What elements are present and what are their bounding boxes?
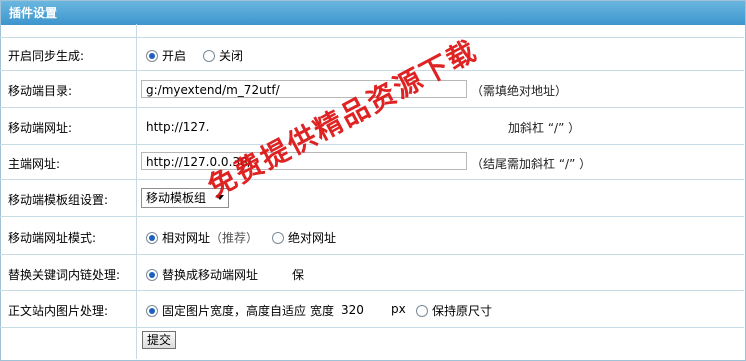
row-url-mode: 移动端网址模式: 相对网址（推荐） 绝对网址: [0, 216, 744, 254]
row-keyword: 替换关键词内链处理: 替换成移动端网址 保: [0, 254, 744, 290]
submit-button[interactable]: 提交: [142, 331, 177, 349]
radio-unchecked-icon[interactable]: [416, 305, 428, 317]
relative-note: （推荐）: [210, 231, 259, 245]
radio-checked-icon[interactable]: [146, 232, 158, 244]
width-input[interactable]: 320: [336, 300, 388, 318]
mobile-url-label: 移动端网址:: [8, 121, 73, 135]
url-mode-relative-option[interactable]: 相对网址（推荐）: [146, 229, 258, 246]
width-label: 宽度: [310, 304, 335, 318]
mobile-dir-label: 移动端目录:: [8, 84, 73, 98]
row-submit: 提交: [0, 327, 744, 360]
radio-checked-icon[interactable]: [146, 50, 158, 62]
url-mode-absolute-option[interactable]: 绝对网址: [272, 229, 336, 246]
keyword-keep-option[interactable]: 保: [292, 266, 304, 283]
sync-on-option[interactable]: 开启: [146, 47, 186, 64]
sync-label: 开启同步生成:: [8, 49, 85, 63]
template-label: 移动端模板组设置:: [8, 193, 109, 207]
width-unit: px: [391, 302, 406, 316]
row-main-url: 主端网址: http://127.0.0.38/ （结尾需加斜杠 “/” ）: [0, 144, 744, 179]
radio-unchecked-icon[interactable]: [203, 50, 215, 62]
row-template: 移动端模板组设置: 移动模板组: [0, 179, 744, 216]
main-url-hint: （结尾需加斜杠 “/” ）: [471, 157, 592, 171]
row-image: 正文站内图片处理: 固定图片宽度，高度自适应 宽度 320 px 保持原尺寸: [0, 290, 744, 327]
keyword-replace-option[interactable]: 替换成移动端网址: [146, 266, 258, 283]
radio-checked-icon[interactable]: [146, 269, 158, 281]
url-mode-label: 移动端网址模式:: [8, 231, 97, 245]
main-url-label: 主端网址:: [8, 157, 61, 171]
image-original-option[interactable]: 保持原尺寸: [416, 302, 492, 319]
panel-title: 插件设置: [1, 1, 745, 25]
image-label: 正文站内图片处理:: [8, 304, 109, 318]
mobile-url-hint: 加斜杠 “/” ）: [508, 121, 581, 135]
sync-off-option[interactable]: 关闭: [203, 47, 243, 64]
row-sync: 开启同步生成: 开启 关闭: [0, 37, 744, 70]
keyword-label: 替换关键词内链处理:: [8, 268, 121, 282]
radio-checked-icon[interactable]: [146, 305, 158, 317]
radio-unchecked-icon[interactable]: [272, 232, 284, 244]
mobile-dir-hint: （需填绝对地址）: [471, 84, 568, 98]
image-fixed-option[interactable]: 固定图片宽度，高度自适应: [146, 302, 306, 319]
